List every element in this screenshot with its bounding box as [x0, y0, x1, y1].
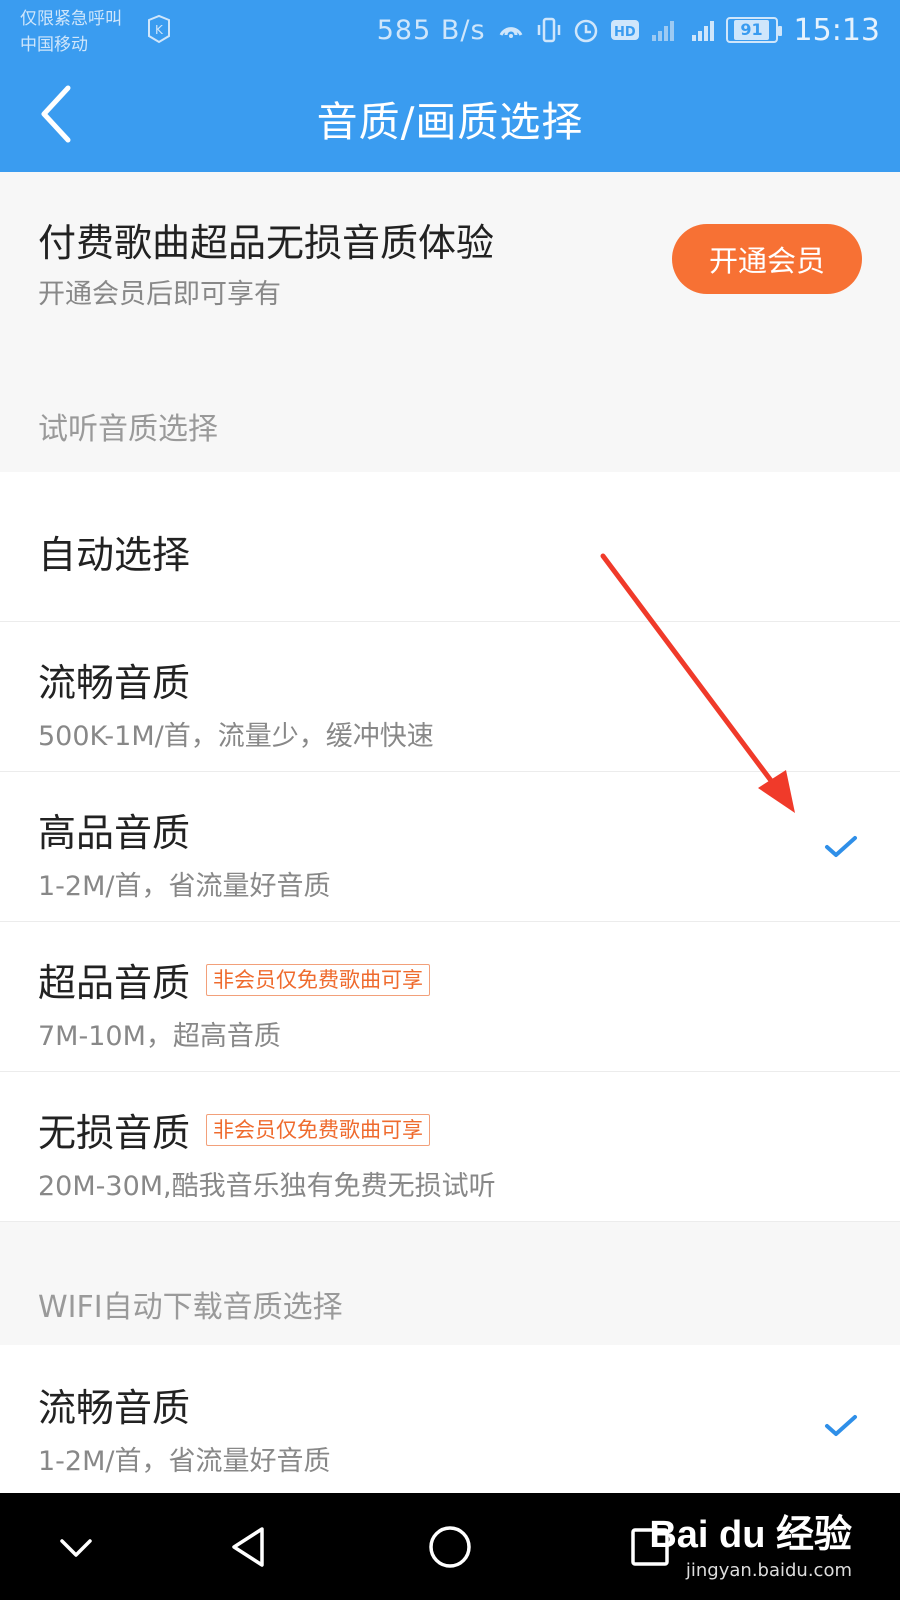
hide-nav-chevron-icon[interactable] — [48, 1519, 104, 1575]
status-icons: 585 B/s HD 91 15:13 — [377, 10, 880, 50]
option-title-text: 流畅音质 — [38, 661, 191, 705]
option-title: 高品音质 — [38, 802, 190, 857]
option-title-text: 超品音质 — [38, 961, 191, 1005]
carrier-name: 中国移动 — [20, 35, 88, 55]
notification-app-icon: K — [148, 14, 170, 44]
nav-back-triangle-icon[interactable] — [222, 1519, 278, 1575]
option-title: 超品音质 非会员仅免费歌曲可享 — [38, 952, 431, 1007]
option-title-text: 自动选择 — [38, 533, 191, 577]
option-description: 7M-10M，超高音质 — [38, 1021, 281, 1052]
status-bar: 仅限紧急呼叫 中国移动 K 585 B/s HD 91 15:13 — [0, 0, 900, 62]
option-title: 流畅音质 — [38, 652, 190, 707]
option-description: 1-2M/首，省流量好音质 — [38, 1446, 331, 1477]
checkmark-icon — [825, 836, 857, 857]
section-title-listen-quality: 试听音质选择 — [38, 412, 218, 447]
option-title-text: 高品音质 — [38, 811, 191, 855]
quality-option-smooth[interactable]: 流畅音质 500K-1M/首，流量少，缓冲快速 — [0, 622, 900, 772]
listen-quality-list: 自动选择 流畅音质 500K-1M/首，流量少，缓冲快速 高品音质 1-2M/首… — [0, 472, 900, 1222]
svg-text:HD: HD — [614, 25, 636, 40]
open-vip-button[interactable]: 开通会员 — [672, 224, 862, 294]
option-title: 自动选择 — [38, 524, 190, 579]
option-description: 1-2M/首，省流量好音质 — [38, 871, 331, 902]
option-title-text: 无损音质 — [38, 1111, 191, 1155]
baidu-jingyan-watermark: Bai du 经验 jingyan.baidu.com — [649, 1503, 852, 1581]
quality-option-auto[interactable]: 自动选择 — [0, 472, 900, 622]
wifi-quality-option-smooth[interactable]: 流畅音质 1-2M/首，省流量好音质 — [0, 1345, 900, 1493]
quality-option-high[interactable]: 高品音质 1-2M/首，省流量好音质 — [0, 772, 900, 922]
svg-text:K: K — [155, 23, 164, 37]
option-description: 500K-1M/首，流量少，缓冲快速 — [38, 721, 434, 752]
vip-badge: 非会员仅免费歌曲可享 — [206, 1113, 431, 1146]
checkmark-icon — [825, 1415, 857, 1436]
vip-badge: 非会员仅免费歌曲可享 — [206, 963, 431, 996]
system-navigation-bar: Bai du 经验 jingyan.baidu.com — [0, 1493, 900, 1600]
option-description: 20M-30M,酷我音乐独有免费无损试听 — [38, 1171, 496, 1202]
carrier-emergency-text: 仅限紧急呼叫 — [20, 9, 122, 29]
title-bar: 音质/画质选择 — [0, 62, 900, 172]
quality-option-super[interactable]: 超品音质 非会员仅免费歌曲可享 7M-10M，超高音质 — [0, 922, 900, 1072]
network-speed: 585 B/s — [376, 14, 486, 46]
page-title: 音质/画质选择 — [316, 98, 584, 146]
option-title: 无损音质 非会员仅免费歌曲可享 — [38, 1102, 431, 1157]
signal-4g-icon — [691, 21, 714, 41]
hd-icon: HD — [610, 20, 639, 40]
signal-sim2-icon — [651, 21, 674, 41]
alarm-icon — [574, 19, 597, 43]
battery-level: 91 — [734, 20, 769, 40]
vip-promo: 付费歌曲超品无损音质体验 开通会员后即可享有 开通会员 — [0, 172, 900, 362]
section-title-wifi-download-quality: WIFI自动下载音质选择 — [38, 1290, 343, 1325]
option-title-text: 流畅音质 — [38, 1386, 191, 1430]
clock: 15:13 — [793, 12, 880, 48]
vibrate-icon — [537, 17, 560, 43]
vip-promo-subtitle: 开通会员后即可享有 — [38, 279, 281, 310]
nav-home-circle-icon[interactable] — [422, 1519, 478, 1575]
hotspot-icon — [499, 27, 522, 38]
option-title: 流畅音质 — [38, 1377, 190, 1432]
wifi-quality-list: 流畅音质 1-2M/首，省流量好音质 — [0, 1345, 900, 1493]
battery-icon: 91 — [725, 17, 782, 43]
quality-option-lossless[interactable]: 无损音质 非会员仅免费歌曲可享 20M-30M,酷我音乐独有免费无损试听 — [0, 1072, 900, 1222]
watermark-url: jingyan.baidu.com — [685, 1560, 852, 1581]
app-header: 仅限紧急呼叫 中国移动 K 585 B/s HD 91 15:13 音质/画质选… — [0, 0, 900, 172]
carrier-info: 仅限紧急呼叫 中国移动 — [20, 6, 122, 58]
watermark-logo: Bai du 经验 — [649, 1514, 852, 1556]
vip-promo-title: 付费歌曲超品无损音质体验 — [38, 221, 495, 265]
